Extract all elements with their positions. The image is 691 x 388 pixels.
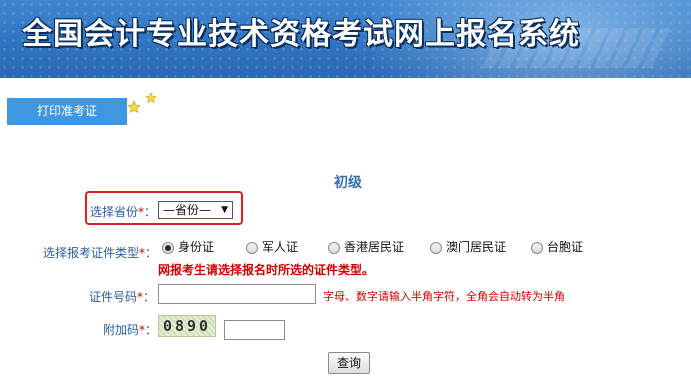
captcha-input[interactable] [224, 320, 285, 340]
radio-hongkong-id[interactable]: 香港居民证 [328, 238, 404, 255]
header-banner: 全国会计专业技术资格考试网上报名系统 [0, 0, 691, 78]
radio-button[interactable] [430, 241, 442, 254]
captcha-image[interactable]: 0890 [158, 315, 216, 337]
radio-button[interactable] [162, 241, 174, 254]
radio-id-card[interactable]: 身份证 [162, 238, 214, 255]
id-type-warning: 网报考生请选择报名时所选的证件类型。 [158, 263, 375, 277]
exam-level-title: 初级 [334, 175, 362, 191]
radio-button[interactable] [246, 241, 258, 254]
province-label: 选择省份*： [90, 205, 157, 219]
radio-button[interactable] [328, 241, 340, 254]
province-select[interactable]: —省份— ▼ [158, 201, 233, 219]
radio-button[interactable] [531, 241, 543, 254]
province-select-value: —省份— [163, 203, 212, 217]
id-number-input[interactable] [158, 284, 316, 304]
star-icon [127, 100, 141, 114]
captcha-label: 附加码*： [103, 323, 158, 337]
id-number-label: 证件号码*： [89, 290, 156, 304]
id-type-label: 选择报考证件类型*： [43, 246, 158, 260]
star-icon [145, 92, 157, 104]
tab-bar: 打印准考证 [0, 88, 691, 126]
tab-print-admission-ticket[interactable]: 打印准考证 [7, 98, 127, 125]
radio-macao-id[interactable]: 澳门居民证 [430, 238, 506, 255]
site-title: 全国会计专业技术资格考试网上报名系统 [22, 17, 580, 52]
radio-military-id[interactable]: 军人证 [246, 238, 298, 255]
radio-taiwan-id[interactable]: 台胞证 [531, 238, 583, 255]
dropdown-arrow-icon: ▼ [221, 205, 228, 215]
query-button[interactable]: 查询 [328, 352, 370, 374]
id-number-hint: 字母、数字请输入半角字符，全角会自动转为半角 [323, 290, 565, 303]
